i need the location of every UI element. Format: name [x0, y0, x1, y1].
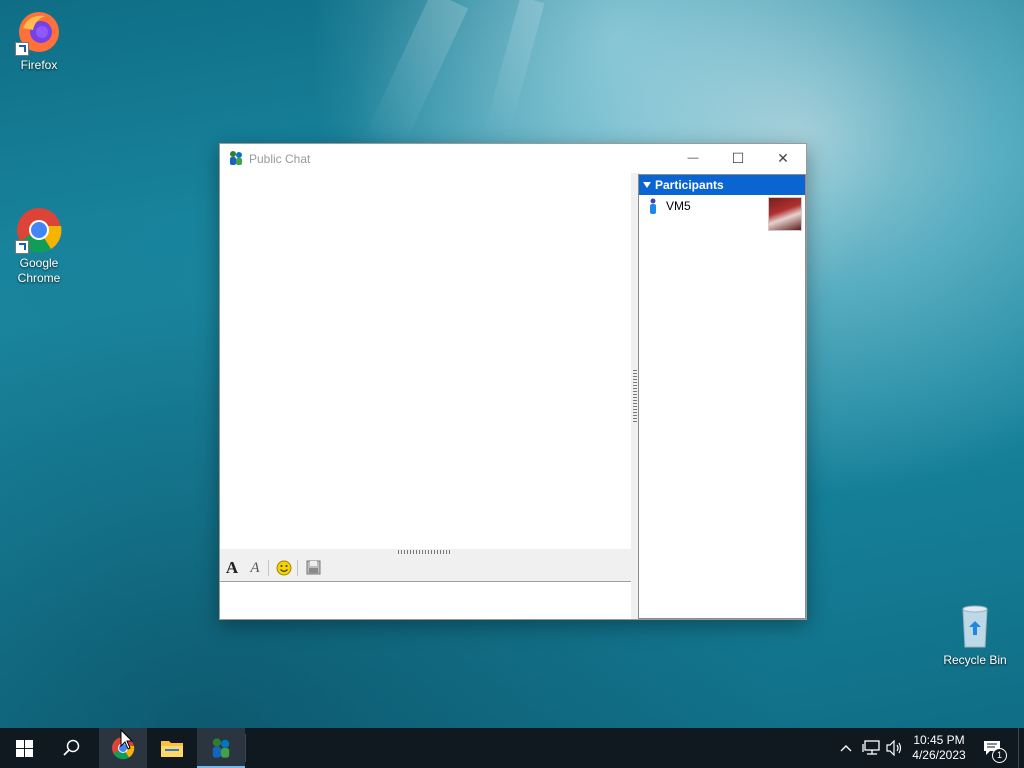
taskbar: 10:45 PM 4/26/2023 1 — [0, 728, 1024, 768]
font-color-button[interactable]: A — [245, 558, 265, 578]
taskbar-file-explorer[interactable] — [148, 728, 196, 768]
tray-chevron-icon[interactable] — [838, 728, 854, 768]
windows-logo-icon — [16, 740, 33, 757]
maximize-button[interactable]: ☐ — [715, 144, 761, 173]
splitter-grip — [398, 550, 452, 554]
save-button[interactable] — [303, 558, 323, 578]
font-button[interactable]: A — [222, 558, 242, 578]
save-icon — [306, 560, 320, 575]
start-button[interactable] — [0, 728, 48, 768]
chrome-icon — [15, 206, 63, 254]
collapse-triangle-icon — [643, 182, 651, 188]
chat-message-area[interactable] — [220, 173, 631, 549]
clock-time: 10:45 PM — [913, 733, 965, 747]
mouse-cursor-icon — [120, 729, 134, 750]
user-icon — [650, 198, 656, 214]
desktop-icon-label: Recycle Bin — [943, 653, 1007, 667]
desktop-icon-google-chrome[interactable]: Google Chrome — [1, 206, 77, 286]
volume-icon[interactable] — [884, 728, 904, 768]
participant-item[interactable]: VM5 — [639, 195, 805, 231]
taskbar-public-chat[interactable] — [197, 728, 245, 768]
title-bar[interactable]: Public Chat — ☐ ✕ — [220, 144, 806, 173]
notification-badge: 1 — [992, 748, 1007, 763]
font-icon: A — [225, 558, 239, 577]
emoticon-button[interactable] — [274, 558, 294, 578]
avatar — [768, 197, 802, 231]
participant-name: VM5 — [666, 199, 691, 213]
network-icon[interactable] — [861, 728, 881, 768]
participants-panel: Participants VM5 — [638, 174, 806, 619]
chat-app-icon — [228, 150, 244, 166]
desktop-icon-recycle-bin[interactable]: Recycle Bin — [937, 603, 1013, 668]
window-title: Public Chat — [249, 152, 311, 166]
desktop-icon-label: Google Chrome — [17, 256, 61, 285]
close-button[interactable]: ✕ — [760, 144, 806, 173]
minimize-button[interactable]: — — [670, 144, 716, 173]
taskbar-clock[interactable]: 10:45 PM 4/26/2023 — [904, 733, 974, 763]
search-icon — [63, 739, 80, 756]
desktop-icon-firefox[interactable]: Firefox — [1, 8, 77, 73]
desktop-icon-label: Firefox — [20, 58, 58, 72]
chat-toolbar: A A — [220, 555, 631, 582]
message-input[interactable] — [220, 582, 631, 619]
font-color-icon: A — [250, 560, 260, 576]
firefox-icon — [15, 8, 63, 56]
folder-icon — [161, 741, 183, 757]
smiley-icon — [276, 560, 292, 576]
search-button[interactable] — [48, 728, 96, 768]
clock-date: 4/26/2023 — [912, 748, 966, 762]
chat-app-icon — [212, 738, 230, 758]
notification-center-button[interactable]: 1 — [980, 728, 1010, 768]
recycle-bin-icon — [951, 603, 999, 651]
participants-header[interactable]: Participants — [639, 175, 805, 195]
splitter-grip — [633, 370, 637, 424]
public-chat-window[interactable]: Public Chat — ☐ ✕ A A Participants VM5 — [219, 143, 807, 620]
participants-header-label: Participants — [655, 178, 724, 192]
